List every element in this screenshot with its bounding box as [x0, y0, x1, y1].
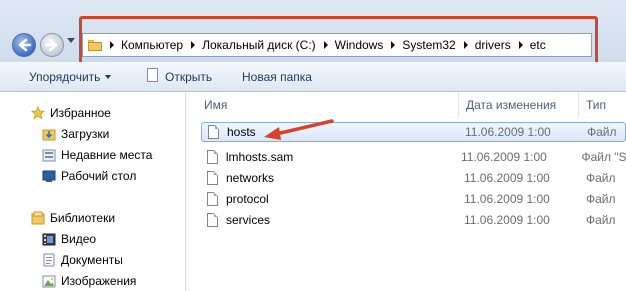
nav-item-downloads[interactable]: Загрузки [42, 127, 109, 141]
file-icon [207, 213, 218, 227]
file-row-protocol[interactable]: protocol 11.06.2009 1:00 Файл [201, 189, 626, 209]
caret-down-icon [105, 75, 112, 79]
nav-item-pictures[interactable]: Изображения [42, 274, 136, 288]
address-area: Компьютер Локальный диск (C:) Windows Sy… [0, 0, 626, 68]
open-button[interactable]: Открыть [165, 70, 212, 84]
nav-favorites[interactable]: Избранное [31, 106, 111, 120]
file-row-lmhosts[interactable]: lmhosts.sam 11.06.2009 1:00 Файл "S [201, 147, 626, 167]
back-button[interactable] [12, 33, 36, 57]
document-icon [147, 68, 158, 82]
file-list: Имя Дата изменения Тип hosts 11.06.2009 … [187, 92, 626, 291]
navigation-pane: Избранное Загрузки Недавние места Рабочи… [0, 92, 186, 291]
file-row-networks[interactable]: networks 11.06.2009 1:00 Файл [201, 168, 626, 188]
video-icon [42, 233, 56, 246]
file-icon [207, 171, 218, 185]
column-header-date[interactable]: Дата изменения [459, 92, 579, 118]
forward-arrow-icon [44, 38, 58, 52]
back-arrow-icon [18, 38, 32, 52]
nav-item-recent-places[interactable]: Недавние места [42, 148, 152, 162]
libraries-icon [31, 211, 45, 225]
new-folder-button[interactable]: Новая папка [242, 70, 312, 84]
documents-icon [43, 253, 55, 267]
recent-pages-dropdown[interactable] [67, 38, 75, 43]
command-bar: Упорядочить Открыть Новая папка [0, 62, 626, 92]
nav-libraries[interactable]: Библиотеки [31, 211, 115, 225]
annotation-highlight-frame [79, 16, 598, 68]
nav-item-documents[interactable]: Документы [42, 253, 123, 267]
file-icon [208, 125, 219, 139]
annotation-arrow-icon [264, 119, 334, 140]
nav-item-desktop[interactable]: Рабочий стол [42, 169, 136, 183]
nav-item-video[interactable]: Видео [42, 232, 96, 246]
desktop-icon [42, 170, 56, 182]
forward-button[interactable] [40, 33, 64, 57]
file-icon [207, 192, 218, 206]
downloads-folder-icon [42, 129, 56, 141]
recent-places-icon [42, 149, 56, 162]
star-icon [31, 106, 45, 120]
file-row-services[interactable]: services 11.06.2009 1:00 Файл [201, 210, 626, 230]
column-header-type[interactable]: Тип [579, 92, 626, 118]
pictures-icon [42, 275, 56, 288]
column-header-name[interactable]: Имя [187, 92, 459, 118]
organize-button[interactable]: Упорядочить [29, 70, 112, 84]
file-icon [207, 150, 218, 164]
